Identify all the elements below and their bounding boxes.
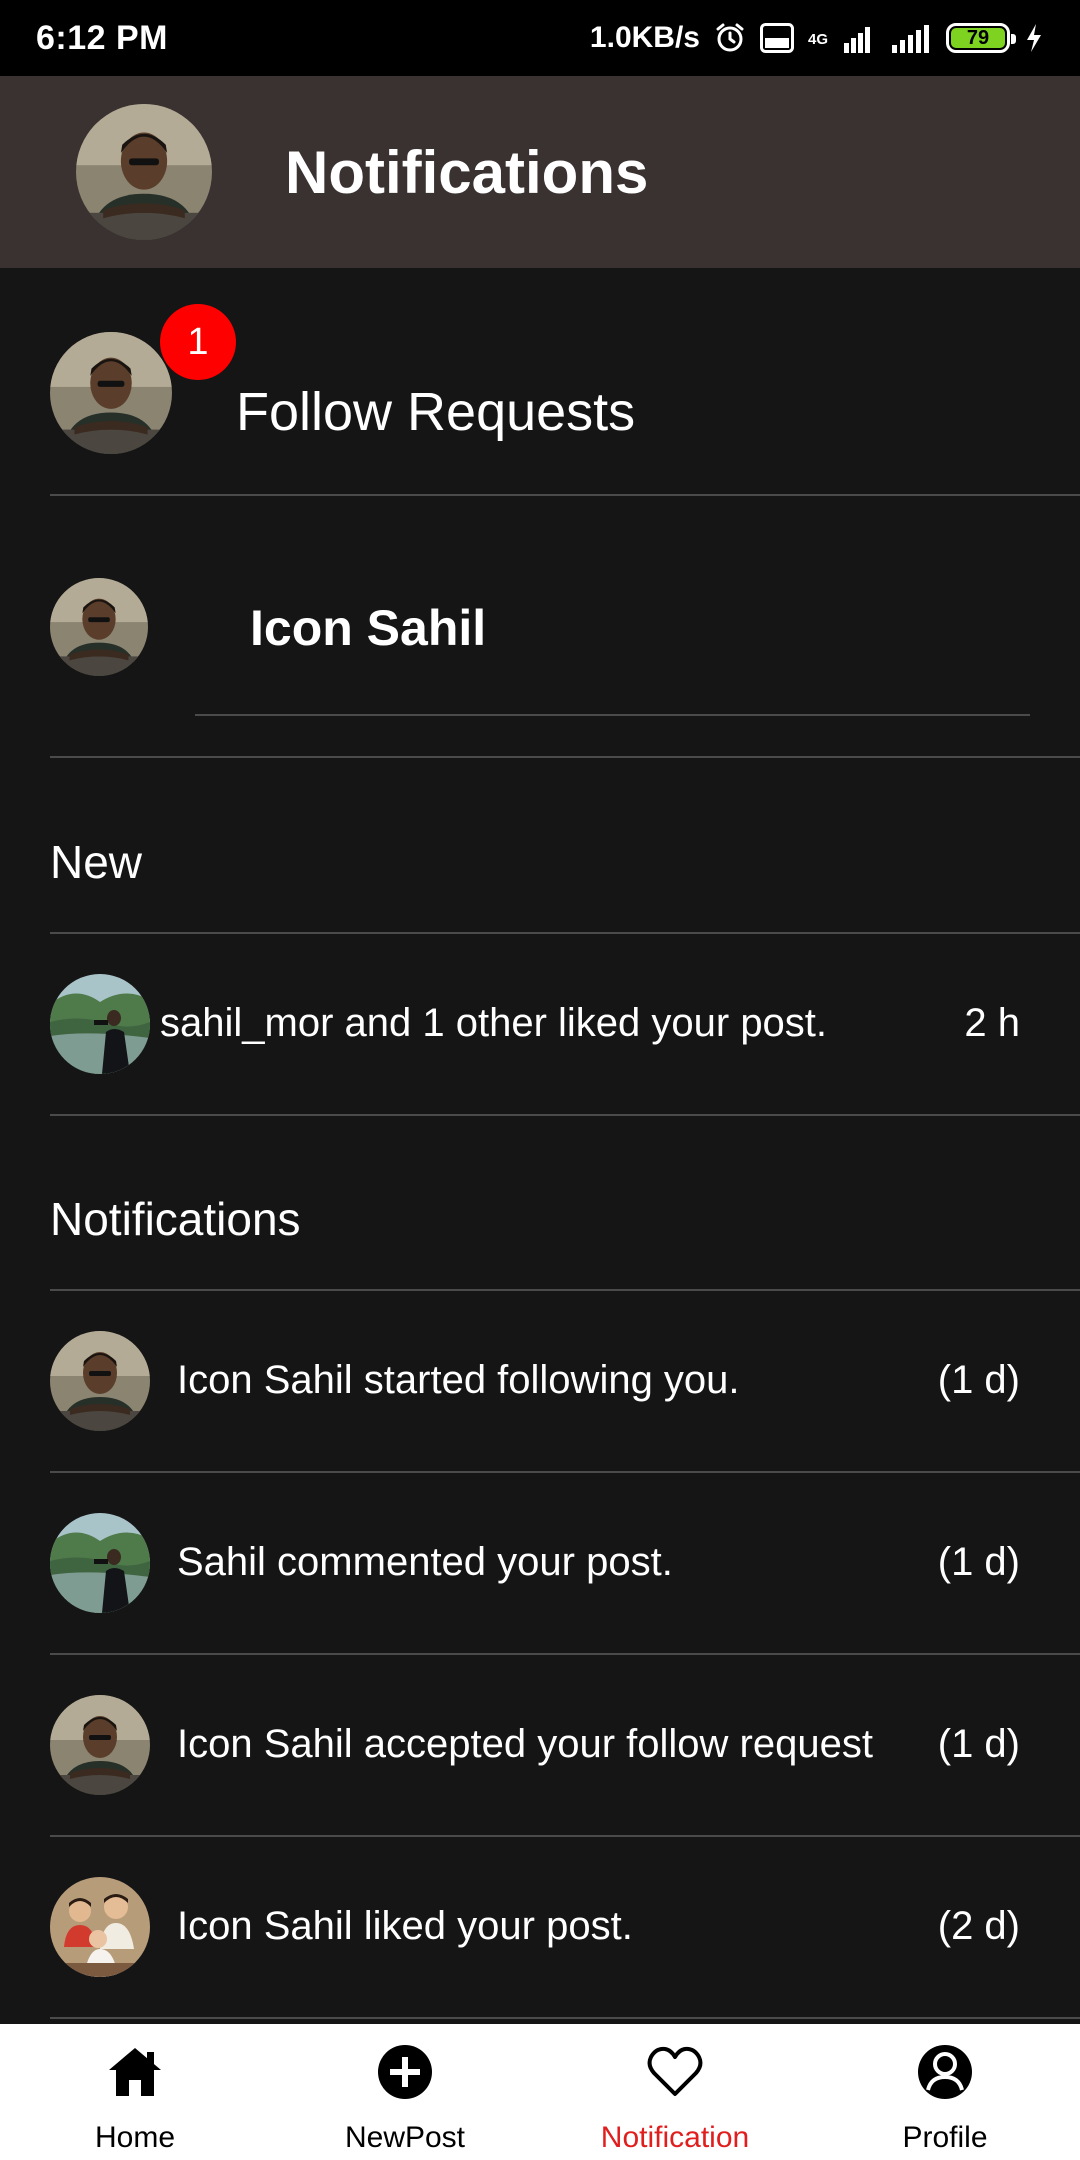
- page-title: Notifications: [285, 139, 649, 206]
- notification-text: Icon Sahil started following you.: [177, 1358, 740, 1402]
- nav-newpost-label: NewPost: [344, 2121, 466, 2154]
- notification-text: Sahil commented your post.: [177, 1540, 673, 1584]
- profile-icon: [918, 2045, 972, 2099]
- divider: [50, 756, 1080, 758]
- user-row-underline: [195, 714, 1030, 716]
- follow-requests-label: Follow Requests: [236, 382, 636, 442]
- nav-profile-label: Profile: [902, 2121, 988, 2154]
- home-icon: [109, 2048, 161, 2096]
- divider: [50, 1114, 1080, 1116]
- nav-notification-label: Notification: [600, 2121, 750, 2154]
- notification-text: Icon Sahil accepted your follow request: [177, 1722, 873, 1766]
- section-title-new: New: [50, 836, 143, 888]
- notification-avatar: [50, 1331, 150, 1431]
- notification-item[interactable]: Icon Sahil started following you. (1 d): [0, 1291, 1080, 1473]
- battery-level: 79: [951, 27, 1005, 49]
- notification-time: (1 d): [937, 1540, 1020, 1584]
- charging-icon: [1027, 24, 1041, 52]
- header-avatar[interactable]: [76, 104, 212, 240]
- user-row[interactable]: Icon Sahil: [0, 498, 1080, 756]
- notification-time: (2 d): [937, 1904, 1020, 1948]
- notification-text: Icon Sahil liked your post.: [177, 1904, 633, 1948]
- nav-home[interactable]: Home: [0, 2024, 270, 2160]
- notification-item[interactable]: Icon Sahil liked your post. (2 d): [0, 1837, 1080, 2019]
- notification-avatar: [50, 1513, 150, 1613]
- nav-profile[interactable]: Profile: [810, 2024, 1080, 2160]
- notification-avatar: [50, 1877, 150, 1977]
- follow-requests-badge: 1: [160, 304, 236, 380]
- notification-item[interactable]: Sahil commented your post. (1 d): [0, 1473, 1080, 1655]
- notification-text: sahil_mor and 1 other liked your post.: [160, 1001, 828, 1045]
- follow-requests-row[interactable]: 1 Follow Requests: [0, 268, 1080, 496]
- notification-item[interactable]: Icon Sahil accepted your follow request …: [0, 1655, 1080, 1837]
- status-indicators: 1.0KB/s 4G 79: [590, 21, 1044, 55]
- notification-time: (1 d): [937, 1722, 1020, 1766]
- network-type-label: 4G: [807, 31, 828, 48]
- user-name: Icon Sahil: [250, 600, 487, 656]
- notification-avatar: [50, 974, 150, 1074]
- network-speed: 1.0KB/s: [589, 21, 700, 54]
- bottom-nav: Home NewPost Notification Profile: [0, 2024, 1080, 2160]
- nav-home-label: Home: [94, 2121, 176, 2154]
- notifications-screen: 6:12 PM 1.0KB/s 4G 79 Notifications 1 Fo…: [0, 0, 1080, 2160]
- alarm-icon: [716, 23, 744, 52]
- heart-icon: [647, 2046, 703, 2096]
- notification-time: 2 h: [964, 1001, 1020, 1045]
- cellular-signal-icon: [844, 27, 870, 53]
- battery-icon: 79: [946, 23, 1016, 53]
- divider: [50, 494, 1080, 496]
- cellular-signal-icon-2: [892, 25, 929, 53]
- notification-time: (1 d): [937, 1358, 1020, 1402]
- divider: [50, 2017, 1080, 2019]
- notification-item[interactable]: sahil_mor and 1 other liked your post. 2…: [0, 934, 1080, 1116]
- follow-requests-avatar: [50, 332, 172, 454]
- app-header: Notifications: [0, 76, 1080, 268]
- status-bar: 6:12 PM 1.0KB/s 4G 79: [0, 0, 1080, 76]
- status-time: 6:12 PM: [36, 18, 168, 57]
- nav-newpost[interactable]: NewPost: [270, 2024, 540, 2160]
- user-avatar: [50, 578, 148, 676]
- volte-icon: [759, 23, 794, 53]
- nav-notification[interactable]: Notification: [540, 2024, 810, 2160]
- section-title-notifications: Notifications: [50, 1193, 301, 1245]
- add-circle-icon: [378, 2045, 432, 2099]
- notification-avatar: [50, 1695, 150, 1795]
